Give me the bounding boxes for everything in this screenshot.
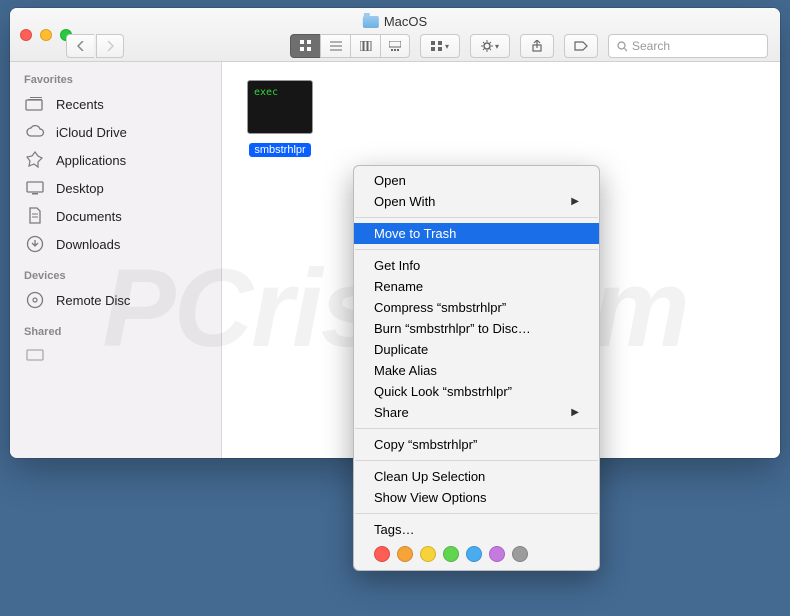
tag-yellow[interactable] [420, 546, 436, 562]
menu-get-info[interactable]: Get Info [354, 255, 599, 276]
menu-duplicate[interactable]: Duplicate [354, 339, 599, 360]
submenu-arrow-icon: ▶ [571, 407, 579, 418]
menu-separator [355, 249, 598, 250]
tag-green[interactable] [443, 546, 459, 562]
nav-buttons [66, 34, 124, 58]
menu-view-options[interactable]: Show View Options [354, 487, 599, 508]
action-button[interactable]: ▾ [470, 34, 510, 58]
section-header: Shared [10, 322, 221, 342]
applications-icon [24, 150, 46, 170]
sidebar-section-shared: Shared [10, 322, 221, 370]
downloads-icon [24, 234, 46, 254]
sidebar-item-shared-stub[interactable] [10, 342, 221, 370]
menu-compress[interactable]: Compress “smbstrhlpr” [354, 297, 599, 318]
menu-move-to-trash[interactable]: Move to Trash [354, 223, 599, 244]
tag-blue[interactable] [466, 546, 482, 562]
tag-red[interactable] [374, 546, 390, 562]
sidebar-item-applications[interactable]: Applications [10, 146, 221, 174]
list-view-button[interactable] [320, 34, 350, 58]
sidebar-item-downloads[interactable]: Downloads [10, 230, 221, 258]
file-thumbnail: exec [247, 80, 313, 134]
search-field[interactable]: Search [608, 34, 768, 58]
tag-gray[interactable] [512, 546, 528, 562]
recents-icon [24, 94, 46, 114]
menu-separator [355, 513, 598, 514]
sidebar-section-favorites: Favorites Recents iCloud Drive Applicati… [10, 70, 221, 258]
sidebar: Favorites Recents iCloud Drive Applicati… [10, 62, 222, 458]
disc-icon [24, 290, 46, 310]
menu-burn[interactable]: Burn “smbstrhlpr” to Disc… [354, 318, 599, 339]
window-controls [20, 29, 72, 41]
sidebar-item-recents[interactable]: Recents [10, 90, 221, 118]
section-header: Favorites [10, 70, 221, 90]
exec-badge: exec [254, 87, 278, 98]
share-button[interactable] [520, 34, 554, 58]
sidebar-item-icloud[interactable]: iCloud Drive [10, 118, 221, 146]
computer-icon [24, 346, 46, 366]
documents-icon [24, 206, 46, 226]
menu-tags[interactable]: Tags… [354, 519, 599, 540]
menu-open-with[interactable]: Open With▶ [354, 191, 599, 212]
submenu-arrow-icon: ▶ [571, 196, 579, 207]
menu-separator [355, 428, 598, 429]
window-title: MacOS [363, 14, 427, 29]
tag-color-row [354, 540, 599, 566]
view-mode-selector [290, 34, 410, 58]
menu-open[interactable]: Open [354, 170, 599, 191]
forward-button[interactable] [96, 34, 124, 58]
titlebar: MacOS ▾ ▾ Search [10, 8, 780, 62]
menu-quick-look[interactable]: Quick Look “smbstrhlpr” [354, 381, 599, 402]
window-title-text: MacOS [384, 14, 427, 29]
column-view-button[interactable] [350, 34, 380, 58]
menu-make-alias[interactable]: Make Alias [354, 360, 599, 381]
tag-orange[interactable] [397, 546, 413, 562]
section-header: Devices [10, 266, 221, 286]
file-item[interactable]: exec smbstrhlpr [242, 80, 318, 158]
icon-view-button[interactable] [290, 34, 320, 58]
menu-separator [355, 460, 598, 461]
menu-rename[interactable]: Rename [354, 276, 599, 297]
close-button[interactable] [20, 29, 32, 41]
sidebar-section-devices: Devices Remote Disc [10, 266, 221, 314]
tag-purple[interactable] [489, 546, 505, 562]
menu-separator [355, 217, 598, 218]
file-name: smbstrhlpr [249, 143, 310, 157]
back-button[interactable] [66, 34, 94, 58]
tags-button[interactable] [564, 34, 598, 58]
menu-copy[interactable]: Copy “smbstrhlpr” [354, 434, 599, 455]
minimize-button[interactable] [40, 29, 52, 41]
toolbar: ▾ ▾ Search [66, 34, 768, 58]
folder-icon [363, 16, 379, 28]
cloud-icon [24, 122, 46, 142]
menu-cleanup[interactable]: Clean Up Selection [354, 466, 599, 487]
search-icon [617, 41, 628, 52]
desktop-icon [24, 178, 46, 198]
gallery-view-button[interactable] [380, 34, 410, 58]
search-placeholder: Search [632, 39, 670, 53]
menu-share[interactable]: Share▶ [354, 402, 599, 423]
sidebar-item-documents[interactable]: Documents [10, 202, 221, 230]
sidebar-item-desktop[interactable]: Desktop [10, 174, 221, 202]
group-button[interactable]: ▾ [420, 34, 460, 58]
sidebar-item-remotedisc[interactable]: Remote Disc [10, 286, 221, 314]
context-menu: Open Open With▶ Move to Trash Get Info R… [353, 165, 600, 571]
